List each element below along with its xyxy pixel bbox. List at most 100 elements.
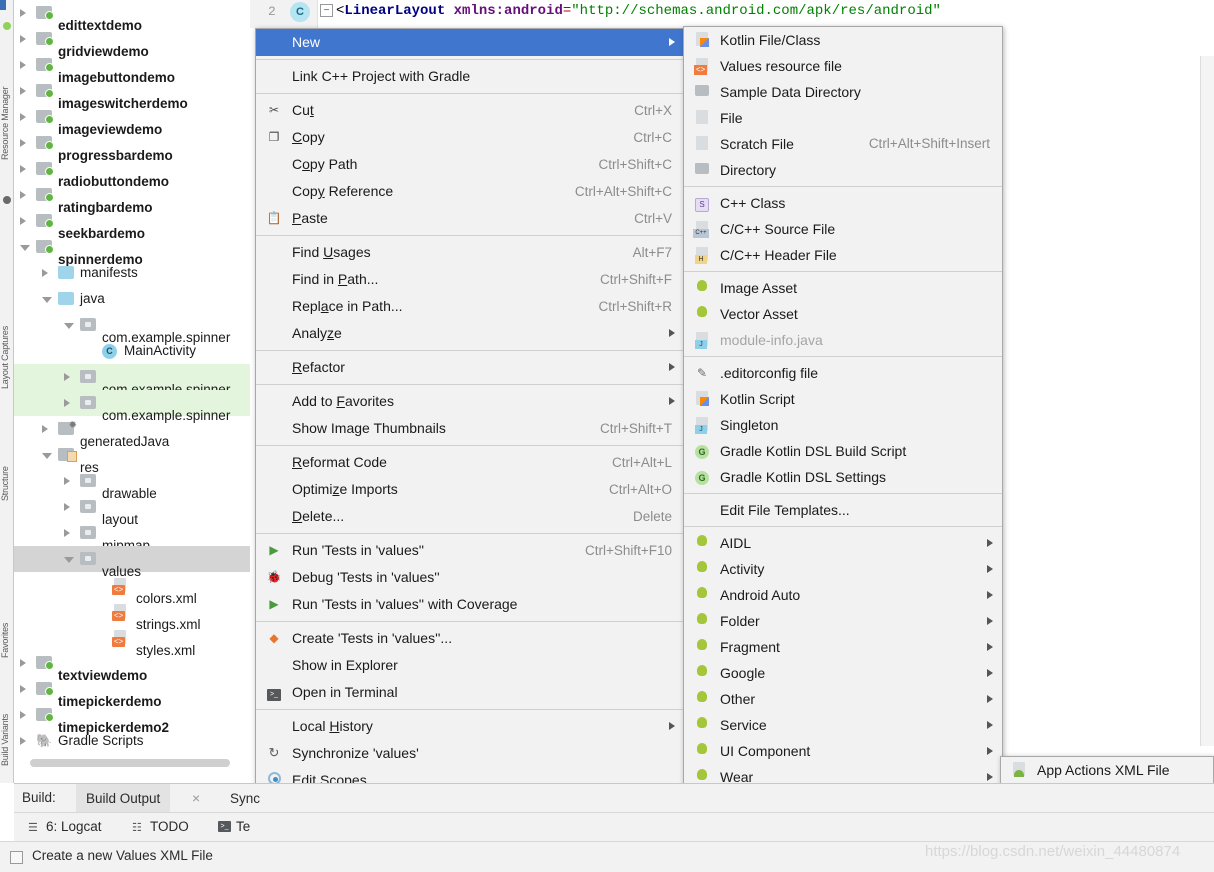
menu-item[interactable]: S C++ Class: [684, 190, 1002, 216]
menu-item[interactable]: Folder: [684, 608, 1002, 634]
menu-item[interactable]: Replace in Path... Ctrl+Shift+R: [256, 293, 684, 320]
left-tool-label-favorites[interactable]: Favorites: [0, 600, 14, 680]
tree-row[interactable]: generatedJava: [14, 413, 250, 449]
menu-item[interactable]: UI Component: [684, 738, 1002, 764]
menu-item[interactable]: Other: [684, 686, 1002, 712]
chevron-right-icon[interactable]: [20, 9, 26, 17]
menu-item[interactable]: Link C++ Project with Gradle: [256, 63, 684, 90]
menu-item[interactable]: ❐ Copy Ctrl+C: [256, 124, 684, 151]
tree-row[interactable]: com.example.spinner: [14, 312, 250, 345]
context-menu[interactable]: New Link C++ Project with Gradle ✂ Cut Ctrl+…: [255, 28, 685, 872]
menu-item[interactable]: Copy Path Ctrl+Shift+C: [256, 151, 684, 178]
tree-row[interactable]: 🐘 Gradle Scripts: [14, 728, 250, 754]
menu-item[interactable]: ✂ Cut Ctrl+X: [256, 97, 684, 124]
menu-item[interactable]: Add to Favorites: [256, 388, 684, 415]
chevron-right-icon[interactable]: [20, 113, 26, 121]
tree-row[interactable]: gridviewdemo: [14, 26, 250, 59]
tree-row[interactable]: imageviewdemo: [14, 104, 250, 137]
tree-row[interactable]: spinnerdemo: [14, 234, 250, 267]
tree-row[interactable]: imagebuttondemo: [14, 52, 250, 85]
chevron-right-icon[interactable]: [20, 685, 26, 693]
menu-item[interactable]: Directory: [684, 157, 1002, 183]
tree-row[interactable]: C MainActivity: [14, 338, 250, 364]
menu-item[interactable]: Optimize Imports Ctrl+Alt+O: [256, 476, 684, 503]
tree-horizontal-scrollbar[interactable]: [30, 759, 230, 767]
left-tool-label-layout-captures[interactable]: Layout Captures: [0, 300, 14, 415]
build-tool-window-header[interactable]: Build: Build Output × Sync: [14, 783, 1214, 813]
chevron-down-icon[interactable]: [64, 323, 74, 329]
menu-item[interactable]: Kotlin File/Class: [684, 27, 1002, 53]
menu-item[interactable]: 📋 Paste Ctrl+V: [256, 205, 684, 232]
build-output-tab[interactable]: Build Output: [76, 784, 171, 813]
tree-row[interactable]: edittextdemo: [14, 0, 250, 33]
menu-item[interactable]: Google: [684, 660, 1002, 686]
empty-checkbox-icon[interactable]: [10, 851, 23, 864]
chevron-right-icon[interactable]: [64, 477, 70, 485]
menu-item[interactable]: G Gradle Kotlin DSL Build Script: [684, 438, 1002, 464]
project-tree-panel[interactable]: edittextdemo gridviewdemo imagebuttondemo i…: [14, 0, 250, 772]
chevron-right-icon[interactable]: [20, 217, 26, 225]
menu-item[interactable]: C/C++ Header File: [684, 242, 1002, 268]
menu-item[interactable]: Singleton: [684, 412, 1002, 438]
chevron-right-icon[interactable]: [42, 269, 48, 277]
resource-manager-icon[interactable]: [3, 22, 11, 30]
menu-item[interactable]: Find in Path... Ctrl+Shift+F: [256, 266, 684, 293]
tree-row[interactable]: seekbardemo: [14, 208, 250, 241]
chevron-right-icon[interactable]: [20, 659, 26, 667]
menu-item[interactable]: ◆ Create 'Tests in 'values''...: [256, 625, 684, 652]
menu-item[interactable]: Find Usages Alt+F7: [256, 239, 684, 266]
tree-row[interactable]: timepickerdemo2: [14, 702, 250, 735]
bottom-bar-item-todo[interactable]: TODO: [150, 819, 189, 834]
menu-item[interactable]: Copy Reference Ctrl+Alt+Shift+C: [256, 178, 684, 205]
chevron-right-icon[interactable]: [64, 503, 70, 511]
menu-item[interactable]: Vector Asset: [684, 301, 1002, 327]
tree-row[interactable]: progressbardemo: [14, 130, 250, 163]
tree-row[interactable]: drawable: [14, 468, 250, 501]
tree-row[interactable]: values: [14, 546, 250, 579]
editor-right-scrollbar[interactable]: [1200, 56, 1214, 746]
menu-item[interactable]: Fragment: [684, 634, 1002, 660]
left-tool-label-resource-manager[interactable]: Resource Manager: [0, 58, 14, 188]
tree-row[interactable]: ratingbardemo: [14, 182, 250, 215]
chevron-right-icon[interactable]: [20, 191, 26, 199]
left-tool-label-build-variants[interactable]: Build Variants: [0, 690, 14, 790]
tree-row[interactable]: strings.xml: [14, 598, 250, 632]
tree-row[interactable]: imageswitcherdemo: [14, 78, 250, 111]
chevron-right-icon[interactable]: [64, 529, 70, 537]
tree-row[interactable]: styles.xml: [14, 624, 250, 658]
chevron-down-icon[interactable]: [42, 297, 52, 303]
chevron-right-icon[interactable]: [20, 711, 26, 719]
menu-item[interactable]: Activity: [684, 556, 1002, 582]
menu-item[interactable]: Local History: [256, 713, 684, 740]
menu-item[interactable]: ✎ .editorconfig file: [684, 360, 1002, 386]
bottom-bar-item-terminal[interactable]: Te: [236, 819, 250, 834]
bottom-tool-window-bar[interactable]: ☰ 6: Logcat ☷ TODO >_ Te: [14, 812, 1214, 841]
chevron-right-icon[interactable]: [20, 87, 26, 95]
tree-row[interactable]: textviewdemo: [14, 650, 250, 683]
tree-row[interactable]: java: [14, 286, 250, 312]
chevron-down-icon[interactable]: [20, 245, 30, 251]
menu-item[interactable]: Edit File Templates...: [684, 497, 1002, 523]
tree-row[interactable]: com.example.spinner: [14, 364, 250, 397]
menu-item[interactable]: Values resource file: [684, 53, 1002, 79]
menu-item[interactable]: Refactor: [256, 354, 684, 381]
menu-item[interactable]: G Gradle Kotlin DSL Settings: [684, 464, 1002, 490]
tree-row[interactable]: timepickerdemo: [14, 676, 250, 709]
tree-row[interactable]: manifests: [14, 260, 250, 286]
left-tool-strip[interactable]: Resource Manager Layout Captures Structu…: [0, 0, 14, 783]
chevron-right-icon[interactable]: [20, 35, 26, 43]
chevron-right-icon[interactable]: [64, 399, 70, 407]
menu-item[interactable]: ↻ Synchronize 'values': [256, 740, 684, 767]
chevron-right-icon[interactable]: [20, 165, 26, 173]
tree-row[interactable]: com.example.spinner: [14, 390, 250, 423]
menu-item[interactable]: 🐞 Debug 'Tests in 'values'': [256, 564, 684, 591]
code-fold-icon[interactable]: −: [320, 4, 333, 17]
menu-item[interactable]: Show in Explorer: [256, 652, 684, 679]
menu-item[interactable]: Scratch File Ctrl+Alt+Shift+Insert: [684, 131, 1002, 157]
menu-item[interactable]: App Actions XML File: [1001, 757, 1213, 784]
todo-icon[interactable]: ☷: [132, 821, 142, 834]
tree-row[interactable]: layout: [14, 494, 250, 527]
menu-item[interactable]: Image Asset: [684, 275, 1002, 301]
menu-item[interactable]: AIDL: [684, 530, 1002, 556]
tree-row[interactable]: mipmap: [14, 520, 250, 553]
